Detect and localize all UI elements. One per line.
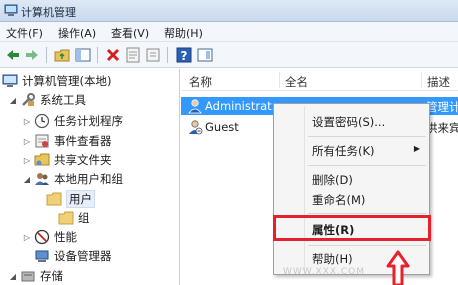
properties-icon[interactable] [124,46,142,64]
show-tree-icon[interactable] [74,46,92,64]
tree-item-label: 存储 [40,269,63,283]
tree-item-label: 任务计划程序 [54,114,123,128]
menu-file[interactable]: 文件(F) [6,25,43,41]
column-header: 名称 全名 描述 [181,69,458,91]
title-bar: 计算机管理 [0,0,458,22]
menu-item-set-password[interactable]: 设置密码(S)... [275,111,428,131]
menu-item-label: 设置密码(S)... [312,115,386,129]
user-name-cell: Administrat... [205,99,283,113]
toolbar-separator [97,47,98,63]
export-icon[interactable] [144,46,162,64]
menu-item-label: 帮助(H) [312,252,353,266]
computer-icon [2,74,18,87]
tree-item-task-scheduler[interactable]: ▷ 任务计划程序 [22,112,123,130]
toolbar-separator [167,47,168,63]
menu-item-rename[interactable]: 重命名(M) [275,189,428,209]
tree-item-label: 共享文件夹 [54,153,112,167]
collapse-arrow-icon[interactable]: ◢ [8,272,18,281]
tree-item-event-viewer[interactable]: ▷ 事件查看器 [22,132,112,150]
tree-item-shared-folders[interactable]: ▷ 共享文件夹 [22,151,112,169]
view-icon[interactable] [196,46,214,64]
tree-item-label: 设备管理器 [54,249,112,263]
tree-item-device-manager[interactable]: 设备管理器 [34,247,112,265]
svg-text:?: ? [181,49,188,63]
expand-arrow-icon[interactable]: ▷ [22,137,32,146]
computer-management-icon [4,4,18,16]
highlight-box [273,215,431,241]
tree-item-label: 组 [78,211,90,225]
menu-help[interactable]: 帮助(H) [164,25,203,41]
navigation-tree: 计算机管理(本地) ◢ 系统工具 ▷ 任务计划程序 ▷ 事件查看器 ▷ 共享文件… [0,69,180,285]
menu-item-label: 重命名(M) [312,193,366,207]
column-description-header[interactable]: 描述 [427,74,450,90]
menu-view[interactable]: 查看(V) [111,25,149,41]
tree-item-local-users-groups[interactable]: ◢ 本地用户和组 [22,170,123,188]
toolbar: ? [0,42,458,68]
delete-icon[interactable] [104,46,122,64]
forward-icon[interactable] [23,46,41,64]
tree-item-groups[interactable]: 组 [58,209,90,227]
tree-item-users[interactable]: 用户 [46,190,95,208]
storage-icon [21,271,35,282]
user-description-cell: 供来宾 [426,121,458,135]
menu-item-label: 删除(D) [312,173,353,187]
user-icon [188,99,202,114]
expand-arrow-icon[interactable]: ▷ [22,156,32,165]
clock-icon [34,113,50,129]
watermark: WWW.XXX.COM [283,267,366,277]
event-viewer-icon [35,134,49,148]
menu-bar: 文件(F) 操作(A) 查看(V) 帮助(H) [0,22,458,42]
submenu-arrow-icon: ▶ [413,144,420,153]
tree-item-computer-management[interactable]: 计算机管理(本地) [2,72,111,90]
collapse-arrow-icon[interactable]: ◢ [22,175,32,184]
column-divider[interactable] [279,72,280,88]
collapse-arrow-icon[interactable]: ◢ [8,96,18,105]
column-divider[interactable] [421,72,422,88]
performance-icon [34,229,50,245]
window-title: 计算机管理 [21,6,76,19]
menu-item-all-tasks[interactable]: 所有任务(K) ▶ [275,140,428,160]
menu-item-label: 所有任务(K) [312,144,375,158]
tree-item-label: 计算机管理(本地) [22,74,112,88]
tree-item-label: 用户 [66,190,95,208]
menu-separator [308,165,426,166]
help-icon[interactable]: ? [175,46,193,64]
tree-item-label: 本地用户和组 [54,172,123,186]
menu-separator [308,213,426,214]
expand-arrow-icon[interactable]: ▷ [22,233,32,242]
device-manager-icon [35,250,49,262]
toolbar-separator [46,47,47,63]
tree-item-label: 系统工具 [40,93,86,107]
expand-arrow-icon[interactable]: ▷ [22,117,32,126]
user-description-cell: 管理计 [426,100,458,114]
pointer-arrow-icon [386,250,410,285]
users-icon [35,173,49,185]
tree-item-storage[interactable]: ◢ 存储 [8,267,63,285]
tree-item-label: 事件查看器 [54,134,112,148]
menu-separator [308,136,426,137]
menu-separator [308,245,426,246]
column-name-header[interactable]: 名称 [189,74,212,90]
tree-item-system-tools[interactable]: ◢ 系统工具 [8,91,86,109]
tree-item-performance[interactable]: ▷ 性能 [22,228,77,246]
up-folder-icon[interactable] [53,46,71,64]
column-fullname-header[interactable]: 全名 [285,74,308,90]
tree-item-label: 性能 [54,230,77,244]
tools-icon [22,93,35,106]
user-icon [189,120,203,135]
folder-icon [46,192,62,206]
back-icon[interactable] [4,46,22,64]
menu-item-delete[interactable]: 删除(D) [275,169,428,189]
folder-icon [58,211,74,225]
menu-action[interactable]: 操作(A) [58,25,96,41]
user-name-cell: Guest [205,120,239,134]
shared-folder-icon [34,153,50,166]
